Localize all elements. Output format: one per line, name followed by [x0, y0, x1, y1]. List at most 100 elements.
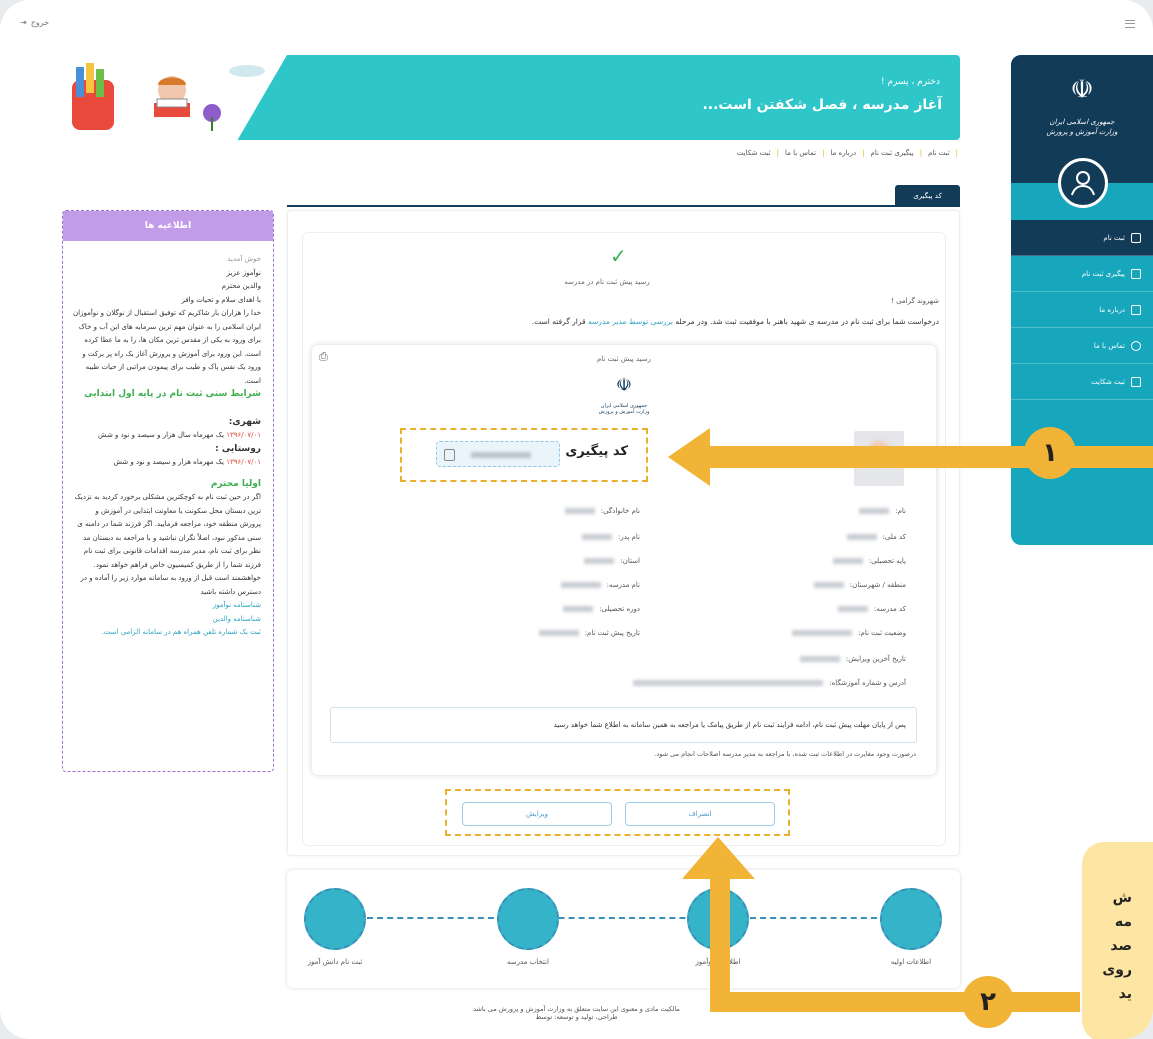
- banner: دخترم ، پسرم ! آغاز مدرسه ، فصل شکفتن اس…: [62, 55, 960, 140]
- chat-icon: [1131, 304, 1141, 315]
- callout-line: ش: [1112, 890, 1132, 906]
- sidebar-item-label: ثبت شکایت: [1091, 377, 1125, 386]
- field-label: استان:: [620, 557, 640, 565]
- field-school-code: کد مدرسه:: [837, 605, 906, 613]
- iran-emblem-icon: ☫: [615, 375, 633, 396]
- parents-paragraph: اگر در حین ثبت نام به کوچکترین مشکلی برخ…: [74, 493, 261, 596]
- graduation-cap-icon: [1131, 268, 1141, 279]
- notice-paragraph: خدا را هزاران بار شاکریم که توفیق استقبا…: [73, 309, 261, 385]
- org-title: جمهوری اسلامی ایران وزارت آموزش و پرورش: [1011, 117, 1153, 137]
- nav-link-contact[interactable]: تماس با ما: [785, 149, 816, 157]
- annotation-arrow-2: [682, 837, 1080, 1012]
- urban-text: یک مهرماه سال هزار و سیصد و نود و شش: [98, 431, 227, 439]
- field-value: [538, 630, 579, 636]
- field-province: استان:: [584, 557, 640, 565]
- receipt-title: رسید پیش ثبت نام: [596, 355, 652, 363]
- nav-link-tracking[interactable]: پیگیری ثبت نام: [871, 149, 914, 157]
- info-note: پس از پایان مهلت پیش ثبت نام، ادامه فرای…: [330, 707, 917, 743]
- logout-button[interactable]: ⇥ خروج: [20, 18, 49, 27]
- nav-separator: |: [776, 149, 779, 157]
- field-label: وضعیت ثبت نام:: [858, 629, 906, 637]
- field-label: تاریخ آخرین ویرایش:: [845, 655, 906, 663]
- tracking-code-field[interactable]: [436, 441, 560, 467]
- field-last-edit: تاریخ آخرین ویرایش:: [799, 655, 906, 663]
- page: ⇥ خروج ☫ جمهوری اسلامی ایران وزارت آموزش…: [0, 0, 1153, 1039]
- annotation-number-2: ۲: [962, 976, 1014, 1028]
- sidebar-item-label: درباره ما: [1099, 305, 1125, 314]
- field-value: [584, 558, 615, 564]
- field-value: [792, 630, 853, 636]
- sidebar-item-label: تماس با ما: [1093, 341, 1125, 350]
- hamburger-menu-icon[interactable]: [1125, 20, 1135, 28]
- field-national-id: کد ملی:: [846, 533, 906, 541]
- tab-tracking-code[interactable]: کد پیگیری: [895, 185, 960, 207]
- callout-line: مه: [1114, 914, 1132, 930]
- nav-separator: |: [919, 149, 923, 157]
- field-label: آدرس و شماره آموزشگاه:: [829, 679, 906, 687]
- nav-link-about[interactable]: درباره ما: [830, 149, 856, 157]
- field-value: [563, 606, 594, 612]
- field-school-name: نام مدرسه:: [560, 581, 640, 589]
- field-value: [832, 558, 863, 564]
- field-father-name: نام پدر:: [581, 533, 640, 541]
- edit-icon: [1131, 376, 1141, 387]
- notice-panel: اطلاعیه ها خوش آمدید نوآموز عزیز والدین …: [62, 210, 274, 772]
- step-school-icon: [497, 888, 559, 950]
- copy-icon[interactable]: [444, 449, 455, 461]
- edit-button[interactable]: ویرایش: [462, 802, 612, 826]
- message-pre: درخواست شما برای ثبت نام در مدرسه ی شهید…: [672, 317, 939, 326]
- phone-requirement: ثبت یک شماره تلفن همراه هم در سامانه الز…: [101, 628, 261, 636]
- org-title-line1: جمهوری اسلامی ایران: [1049, 118, 1115, 126]
- nav-separator: |: [862, 149, 865, 157]
- sidebar-item-about[interactable]: درباره ما: [1011, 292, 1153, 328]
- field-last-name: نام خانوادگی:: [564, 507, 640, 515]
- link-parent-id[interactable]: شناسنامه والدین: [73, 613, 261, 627]
- field-label: دوره تحصیلی:: [599, 605, 640, 613]
- field-label: نام مدرسه:: [606, 581, 640, 589]
- sidebar-item-tracking[interactable]: پیگیری ثبت نام: [1011, 256, 1153, 292]
- phone-icon: [1131, 340, 1141, 351]
- notice-body: خوش آمدید نوآموز عزیز والدین محترم با اه…: [73, 253, 261, 640]
- success-text: رسید پیش ثبت نام در مدرسه: [564, 278, 650, 286]
- greeting: شهروند گرامی !: [891, 297, 939, 305]
- link-student-id[interactable]: شناسنامه نوآموز: [73, 599, 261, 613]
- sidebar-item-contact[interactable]: تماس با ما: [1011, 328, 1153, 364]
- field-region: منطقه / شهرستان:: [813, 581, 906, 589]
- logout-icon: ⇥: [20, 18, 27, 27]
- field-value: [799, 656, 840, 662]
- notice-title: اطلاعیه ها: [63, 211, 273, 241]
- receipt-card: ⎙ رسید پیش ثبت نام ☫ جمهوری اسلامی ایران…: [312, 345, 936, 775]
- kids-reading-image: [72, 63, 265, 131]
- urban-title: شهری:: [228, 416, 261, 427]
- tracking-code-value: [471, 452, 531, 458]
- nav-link-register[interactable]: ثبت نام: [928, 149, 950, 157]
- age-conditions-title: شرایط سنی ثبت نام در پایه اول ابتدایی: [84, 389, 261, 399]
- field-label: پایه تحصیلی:: [868, 557, 906, 565]
- rural-title: روستایی :: [215, 443, 261, 454]
- step-register-icon: [304, 888, 366, 950]
- iran-emblem-icon: ☫: [1070, 75, 1094, 105]
- action-buttons-highlight: انصراف ویرایش: [445, 789, 790, 836]
- message-post: قرار گرفته است.: [531, 317, 588, 326]
- field-grade: پایه تحصیلی:: [832, 557, 906, 565]
- nav-link-complaint[interactable]: ثبت شکایت: [737, 149, 771, 157]
- callout-line: روی: [1102, 962, 1132, 978]
- field-value: [859, 508, 890, 514]
- tab-underline: [287, 205, 960, 207]
- field-label: نام:: [895, 507, 906, 515]
- receipt-org-title: جمهوری اسلامی ایران وزارت آموزش و پرورش: [312, 403, 936, 415]
- cancel-button[interactable]: انصراف: [625, 802, 775, 826]
- sidebar-nav: ثبت نام پیگیری ثبت نام درباره ما تماس با…: [1011, 220, 1153, 400]
- check-square-icon: [1131, 232, 1141, 243]
- field-label: تاریخ پیش ثبت نام:: [584, 629, 640, 637]
- sidebar-item-register[interactable]: ثبت نام: [1011, 220, 1153, 256]
- banner-title: آغاز مدرسه ، فصل شکفتن است...: [702, 97, 942, 113]
- field-label: کد مدرسه:: [873, 605, 906, 613]
- field-label: نام خانوادگی:: [600, 507, 640, 515]
- avatar[interactable]: [1058, 158, 1108, 208]
- sidebar-item-complaint[interactable]: ثبت شکایت: [1011, 364, 1153, 400]
- success-check-icon: ✓: [610, 244, 627, 268]
- field-label: منطقه / شهرستان:: [849, 581, 906, 589]
- field-status: وضعیت ثبت نام:: [792, 629, 906, 637]
- field-value: [837, 606, 868, 612]
